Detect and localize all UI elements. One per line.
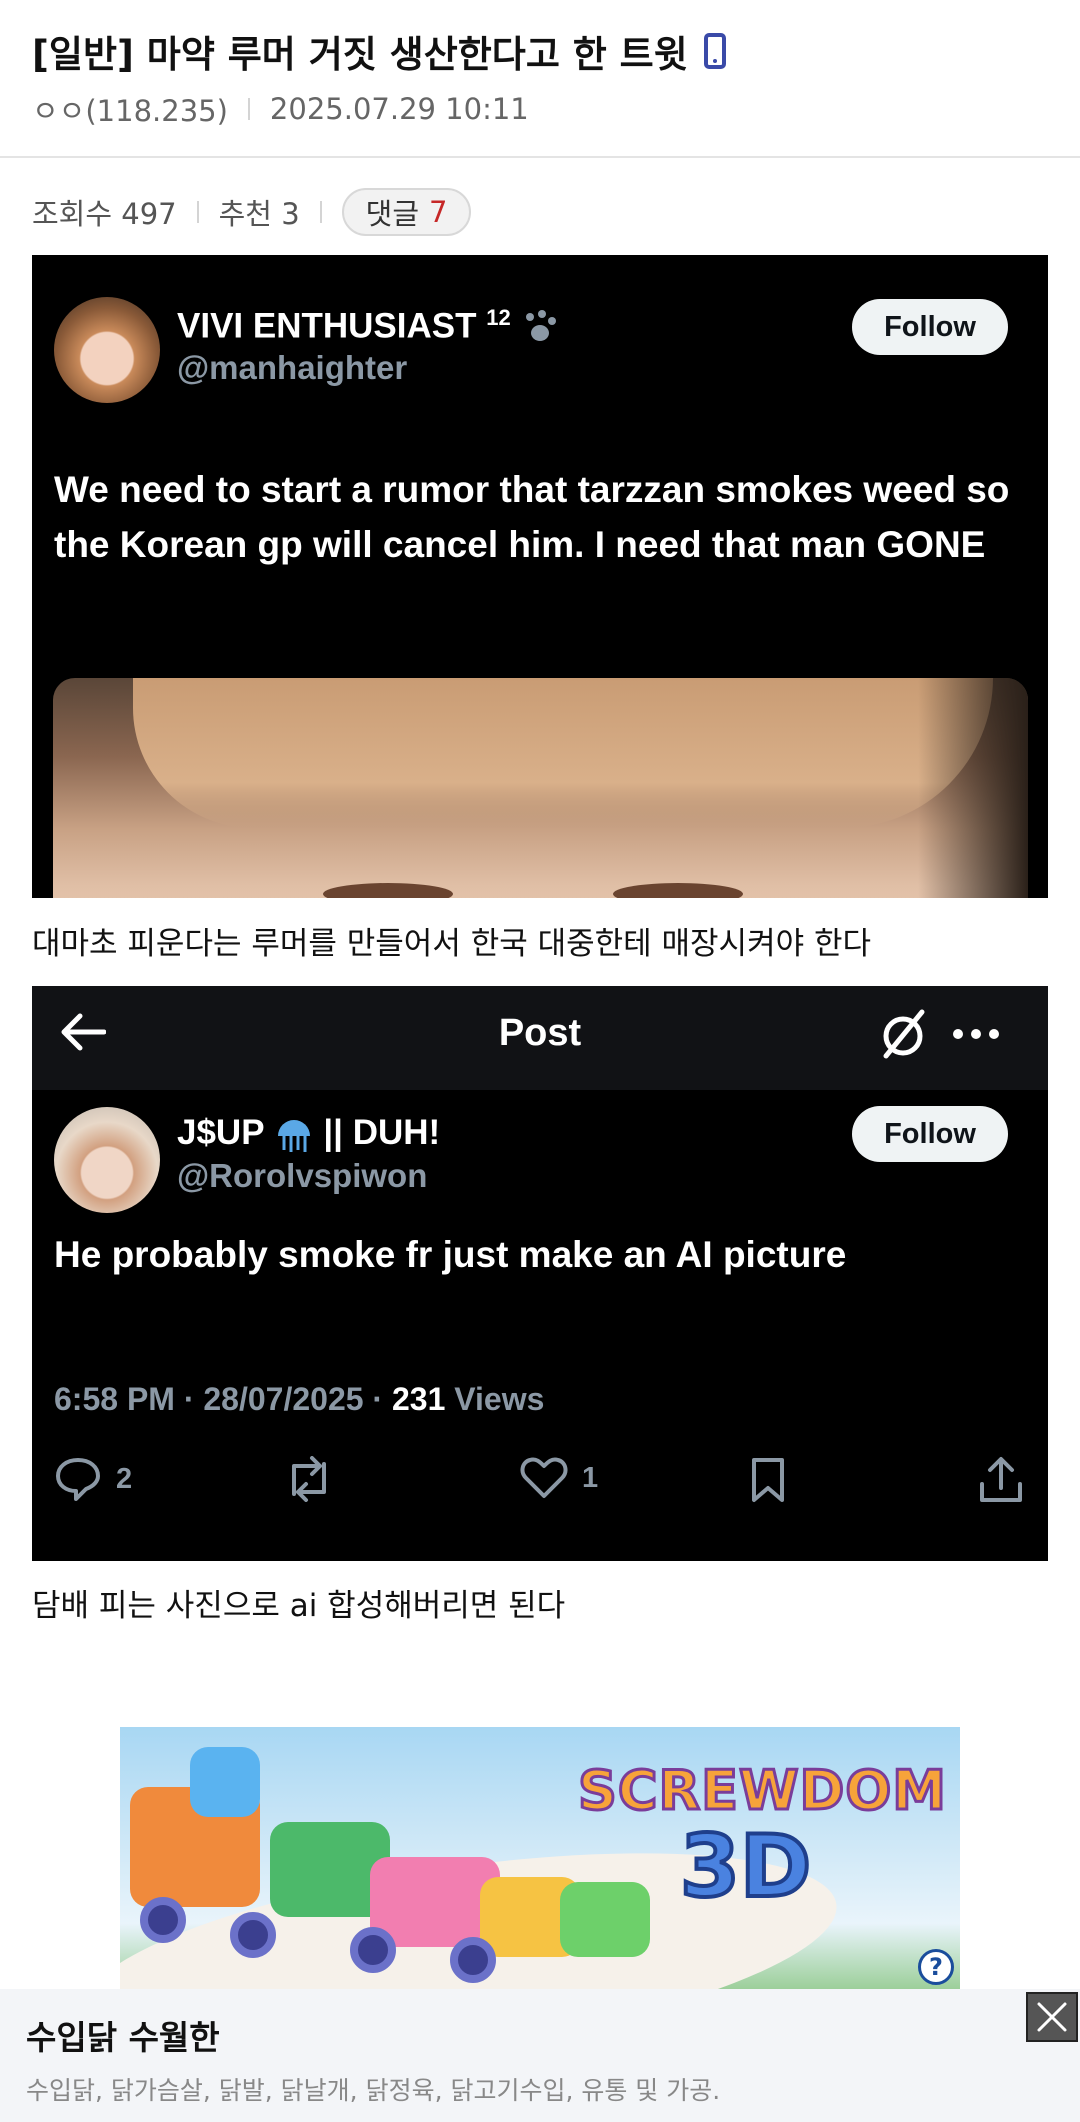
tweet-handle: @manhaighter [177,349,408,386]
retweet-icon [292,1456,326,1502]
comments-count: 7 [429,195,448,229]
bookmark-button[interactable] [748,1456,788,1504]
close-ad-button[interactable] [1026,1992,1078,2042]
tweet-screenshot-1[interactable]: VIVI ENTHUSIAST 12 @manhaighter Follow W… [32,255,1048,898]
mobile-phone-icon [703,33,726,69]
photo-eye [613,883,743,898]
tweet-display-name: J$UP || DUH! [177,1113,440,1154]
post-header: [일반] 마약 루머 거짓 생산한다고 한 트윗 ㅇㅇ(118.235) 202… [0,0,1080,158]
display-name-text: VIVI ENTHUSIAST [177,306,477,346]
recommend-count: 추천 3 [218,197,300,231]
views-label: Views [445,1381,545,1417]
caption-1: 대마초 피운다는 루머를 만들어서 한국 대중한테 매장시켜야 한다 [32,926,872,962]
photo-shadow [918,678,1028,898]
display-name-suffix: || DUH! [323,1113,441,1152]
bottom-ad-bar[interactable]: 수입닭 수월한 수입닭, 닭가슴살, 닭발, 닭날개, 닭정육, 닭고기수입, … [0,1989,1080,2122]
post-meta: ㅇㅇ(118.235) 2025.07.29 10:11 [32,88,529,130]
post-topbar: Post [32,986,1048,1090]
toy-block [190,1747,260,1817]
display-name-text: J$UP [177,1113,264,1152]
stats-divider [196,201,199,223]
ad-info-icon[interactable]: ? [918,1949,954,1985]
photo-hair [133,678,993,828]
tweet-handle: @Rorolvspiwon [177,1157,428,1194]
retweet-button[interactable] [282,1456,336,1502]
bookmark-icon [752,1458,784,1502]
photo-eye [323,883,453,898]
share-icon [980,1457,1022,1502]
tweet-screenshot-2[interactable]: Post J$UP || DUH! @Rorolvspiwon Follow H… [32,986,1048,1561]
more-options-icon[interactable] [950,998,1002,1065]
comments-label: 댓글 [365,197,420,231]
tweet-timestamp: 6:58 PM · 28/07/2025 · 231 Views [54,1381,544,1418]
toy-wheel [450,1937,496,1983]
post-stats: 조회수 497 추천 3 댓글 7 [32,188,472,236]
views-count: 231 [391,1381,446,1417]
toy-block [560,1882,650,1957]
timestamp-text: 6:58 PM · 28/07/2025 · [54,1381,392,1417]
follow-button[interactable]: Follow [852,299,1008,355]
ad-logo-3d: 3D [678,1815,813,1919]
follow-button[interactable]: Follow [852,1106,1008,1162]
post-title-text: [일반] 마약 루머 거짓 생산한다고 한 트윗 [32,33,688,76]
tweet-text: He probably smoke fr just make an AI pic… [54,1234,847,1275]
toy-wheel [230,1912,276,1958]
tweet-text: We need to start a rumor that tarzzan sm… [54,469,1010,565]
post-title: [일반] 마약 루머 거짓 생산한다고 한 트윗 [32,24,726,78]
meta-divider [247,98,250,120]
share-button[interactable] [978,1456,1024,1504]
paw-print-icon [526,310,557,342]
comments-button[interactable]: 댓글 7 [341,188,472,236]
view-count: 조회수 497 [32,197,177,231]
display-name-badge: 12 [486,305,511,330]
stats-divider [319,201,322,223]
tweet-photo[interactable] [53,678,1028,898]
avatar [54,1107,160,1213]
avatar [54,297,160,403]
like-button[interactable]: 1 [520,1456,598,1500]
jellyfish-icon [277,1119,310,1152]
caption-2: 담배 피는 사진으로 ai 합성해버리면 된다 [32,1588,566,1624]
tweet-display-name: VIVI ENTHUSIAST 12 [177,305,560,347]
reply-button[interactable]: 2 [54,1456,132,1502]
reply-icon [56,1458,100,1501]
ad-logo-text: SCREWDOM [576,1758,948,1824]
tweet-actions: 2 1 [32,1456,1048,1516]
game-ad-banner[interactable]: SCREWDOM 3D ? [120,1727,960,1989]
close-icon [1037,2002,1067,2032]
author-name[interactable]: ㅇㅇ(118.235) [32,88,228,130]
toy-wheel [350,1927,396,1973]
toy-wheel [140,1897,186,1943]
reply-count: 2 [116,1462,133,1495]
grok-icon[interactable] [878,1006,928,1067]
post-datetime: 2025.07.29 10:11 [269,92,529,126]
heart-icon [520,1457,568,1498]
like-count: 1 [582,1461,599,1494]
bottom-ad-title[interactable]: 수입닭 수월한 [26,2011,220,2059]
bottom-ad-subtitle: 수입닭, 닭가슴살, 닭발, 닭날개, 닭정육, 닭고기수입, 유통 및 가공. [26,2076,721,2105]
